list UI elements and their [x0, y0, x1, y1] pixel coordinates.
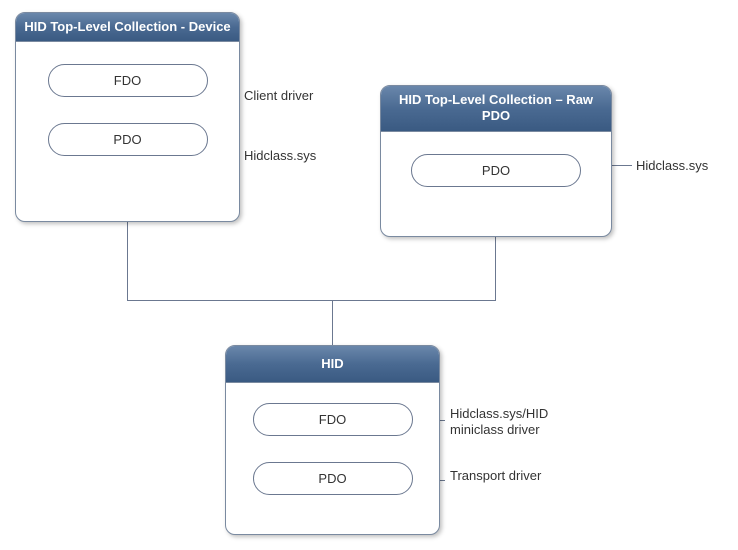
- box-header-hid: HID: [226, 346, 439, 383]
- box-hid-tlc-rawpdo: HID Top-Level Collection – Raw PDO PDO: [380, 85, 612, 237]
- box-hid: HID FDO PDO: [225, 345, 440, 535]
- diagram-canvas: HID Top-Level Collection - Device FDO PD…: [0, 0, 738, 550]
- box-body-tlc-rawpdo: PDO: [381, 132, 611, 201]
- label-hidclass-tr: Hidclass.sys: [636, 158, 708, 174]
- box-hid-tlc-device: HID Top-Level Collection - Device FDO PD…: [15, 12, 240, 222]
- tree-right-vert: [495, 237, 496, 300]
- box-header-tlc-rawpdo: HID Top-Level Collection – Raw PDO: [381, 86, 611, 132]
- box-body-hid: FDO PDO: [226, 383, 439, 509]
- label-hidclass-tl: Hidclass.sys: [244, 148, 316, 164]
- pill-tl-fdo: FDO: [48, 64, 208, 97]
- tree-center-vert: [332, 300, 333, 345]
- box-body-tlc-device: FDO PDO: [16, 42, 239, 170]
- pill-tl-pdo: PDO: [48, 123, 208, 156]
- pill-tr-pdo: PDO: [411, 154, 581, 187]
- label-hidclass-miniclass: Hidclass.sys/HID miniclass driver: [450, 406, 570, 437]
- box-header-tlc-device: HID Top-Level Collection - Device: [16, 13, 239, 42]
- tree-horizontal: [127, 300, 496, 301]
- tree-left-vert: [127, 220, 128, 300]
- label-transport-driver: Transport driver: [450, 468, 550, 484]
- pill-b-fdo: FDO: [253, 403, 413, 436]
- label-client-driver: Client driver: [244, 88, 313, 104]
- pill-b-pdo: PDO: [253, 462, 413, 495]
